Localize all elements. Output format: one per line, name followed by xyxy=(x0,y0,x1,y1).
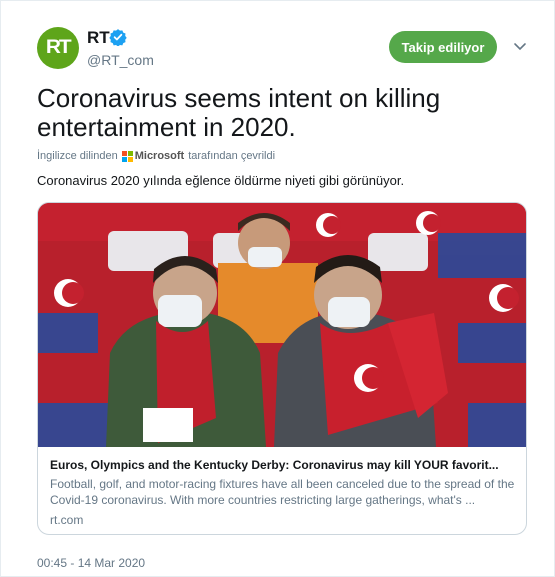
link-preview-card[interactable]: Euros, Olympics and the Kentucky Derby: … xyxy=(37,202,527,535)
tweet-card: RT RT @RT_com Takip ediliyor Coronavirus… xyxy=(0,0,555,577)
avatar-logo-text: RT xyxy=(46,37,72,58)
translated-by-suffix: tarafından çevrildi xyxy=(188,150,276,162)
account-name[interactable]: RT xyxy=(87,28,110,48)
translator-name: Microsoft xyxy=(134,150,185,162)
microsoft-logo-icon xyxy=(121,150,133,162)
link-card-domain: rt.com xyxy=(50,513,84,527)
avatar[interactable]: RT xyxy=(37,27,79,69)
tweet-timestamp[interactable]: 00:45 - 14 Mar 2020 xyxy=(37,556,145,570)
account-handle[interactable]: @RT_com xyxy=(87,52,154,68)
translation-attribution: İngilizce dilinden Microsoft tarafından … xyxy=(37,150,275,162)
link-card-description: Football, golf, and motor-racing fixture… xyxy=(50,477,515,507)
article-image xyxy=(38,203,526,447)
verified-icon xyxy=(109,29,127,46)
translated-text: Coronavirus 2020 yılında eğlence öldürme… xyxy=(37,173,405,188)
tweet-text: Coronavirus seems intent on killing ente… xyxy=(37,83,441,142)
chevron-down-icon[interactable] xyxy=(513,42,527,52)
following-button[interactable]: Takip ediliyor xyxy=(389,31,497,63)
translated-from-label: İngilizce dilinden xyxy=(37,150,118,162)
link-card-title[interactable]: Euros, Olympics and the Kentucky Derby: … xyxy=(50,458,516,472)
